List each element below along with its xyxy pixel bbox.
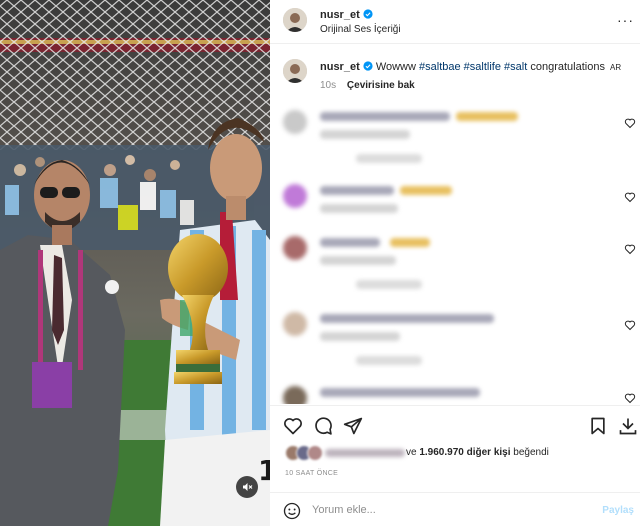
comment-item — [270, 178, 640, 238]
heart-icon[interactable] — [624, 243, 636, 255]
caption: nusr_et Wowww #saltbae #saltlife #salt c… — [270, 52, 640, 102]
likes-count[interactable]: 1.960.970 diğer kişi — [419, 447, 510, 458]
avatar-image — [283, 8, 307, 32]
comment-emoji-blurred — [456, 112, 518, 121]
caption-time: 10s — [320, 80, 337, 91]
comment-emoji-blurred — [400, 186, 452, 195]
comment-item — [270, 306, 640, 366]
caption-username[interactable]: nusr_et — [320, 61, 360, 73]
translate-link[interactable]: Çevirisine bak — [347, 80, 415, 91]
verified-badge-icon — [363, 9, 373, 19]
caption-trail-text: congratulations — [530, 61, 605, 73]
view-replies-blurred[interactable] — [356, 154, 422, 163]
emoji-icon[interactable] — [283, 502, 301, 520]
download-icon[interactable] — [618, 416, 638, 436]
caption-meta: 10s Çevirisine bak — [320, 80, 415, 91]
comment-meta-blurred — [320, 332, 400, 341]
comment-item — [270, 104, 640, 164]
bookmark-icon[interactable] — [588, 416, 608, 436]
comment-item — [270, 230, 640, 290]
comment-text-blurred — [320, 388, 480, 397]
mute-button[interactable] — [236, 476, 258, 498]
heart-icon[interactable] — [624, 392, 636, 404]
post-comment-button[interactable]: Paylaş — [602, 505, 634, 516]
comment-text-blurred — [320, 314, 494, 323]
send-icon[interactable] — [343, 416, 363, 436]
comment-item — [270, 380, 640, 404]
verified-badge-icon — [363, 61, 373, 71]
comment-emoji-blurred — [390, 238, 430, 247]
comment-icon[interactable] — [313, 416, 333, 436]
post-photo: 1 — [0, 0, 270, 526]
caption-line: nusr_et Wowww #saltbae #saltlife #salt c… — [320, 61, 621, 73]
heart-icon[interactable] — [624, 117, 636, 129]
view-replies-blurred[interactable] — [356, 280, 422, 289]
caption-lead-text: Wowww — [375, 61, 416, 73]
comment-meta-blurred — [320, 256, 396, 265]
hashtag-link[interactable]: #salt — [504, 61, 527, 73]
svg-text:1: 1 — [258, 454, 270, 487]
comment-meta-blurred — [320, 204, 398, 213]
speaker-muted-icon — [243, 483, 253, 491]
heart-icon[interactable] — [624, 319, 636, 331]
action-bar — [270, 405, 640, 441]
liker-name-blurred[interactable] — [325, 449, 405, 457]
comment-text-blurred — [320, 238, 380, 247]
more-options-icon[interactable]: ··· — [617, 12, 634, 28]
likes-text: ve 1.960.970 diğer kişi beğendi — [406, 447, 549, 458]
heart-icon[interactable] — [624, 191, 636, 203]
audio-label[interactable]: Orijinal Ses İçeriği — [320, 24, 401, 35]
comment-text-blurred — [320, 112, 450, 121]
likes-connector: ve — [406, 447, 417, 458]
avatar-image — [283, 59, 307, 83]
likes-summary: ve 1.960.970 diğer kişi beğendi — [285, 444, 635, 464]
hashtag-link[interactable]: #saltbae — [419, 61, 461, 73]
commenter-avatar[interactable] — [283, 236, 307, 260]
hashtag-link[interactable]: #saltlife — [464, 61, 501, 73]
author-avatar[interactable] — [283, 8, 307, 32]
author-username-text[interactable]: nusr_et — [320, 9, 360, 21]
comment-composer: Paylaş — [270, 492, 640, 526]
comment-text-blurred — [320, 186, 394, 195]
post-media[interactable]: 1 — [0, 0, 270, 526]
author-username[interactable]: nusr_et — [320, 9, 373, 21]
commenter-avatar[interactable] — [283, 312, 307, 336]
heart-icon[interactable] — [283, 416, 303, 436]
post-details-panel: nusr_et Orijinal Ses İçeriği ··· nusr_et… — [270, 0, 640, 526]
commenter-avatar[interactable] — [283, 184, 307, 208]
commenter-avatar[interactable] — [283, 110, 307, 134]
likes-verb: beğendi — [513, 447, 549, 458]
caption-avatar[interactable] — [283, 59, 307, 83]
liker-avatar[interactable] — [307, 445, 323, 461]
view-replies-blurred[interactable] — [356, 356, 422, 365]
comment-input[interactable] — [312, 499, 572, 521]
flag-badge: AR — [610, 63, 622, 72]
post-timestamp[interactable]: 10 SAAT ÖNCE — [285, 470, 338, 477]
post-header: nusr_et Orijinal Ses İçeriği ··· — [270, 0, 640, 44]
comment-meta-blurred — [320, 130, 410, 139]
commenter-avatar[interactable] — [283, 386, 307, 404]
